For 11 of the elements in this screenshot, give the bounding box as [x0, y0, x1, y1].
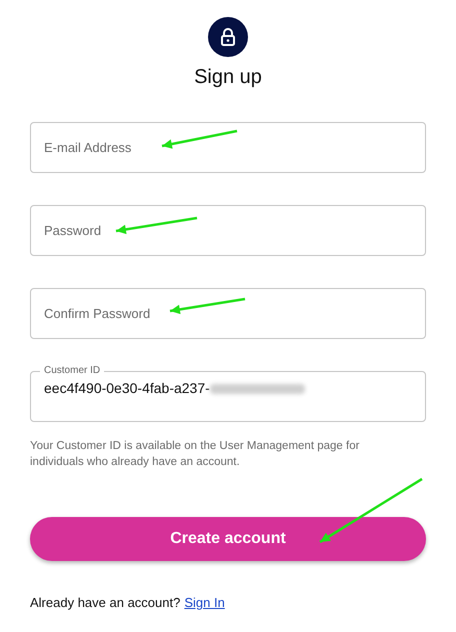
create-account-button[interactable]: Create account [30, 517, 426, 561]
input-field[interactable]: Confirm Password [30, 288, 426, 339]
helper-text: Your Customer ID is available on the User Management page for individuals who already have an account. [30, 439, 360, 470]
field-label: Customer ID [43, 364, 102, 378]
lock-icon [208, 17, 248, 57]
footer-text: Already have an account? [30, 594, 180, 612]
input-field[interactable]: E-mail Address [30, 122, 426, 173]
page-title: Sign up [194, 65, 262, 89]
input-field[interactable]: Password [30, 205, 426, 256]
sign-in-link[interactable]: Sign In [184, 593, 225, 612]
customer-id-field[interactable]: Customer ID eec4f490-0e30-4fab-a237- [30, 364, 426, 422]
